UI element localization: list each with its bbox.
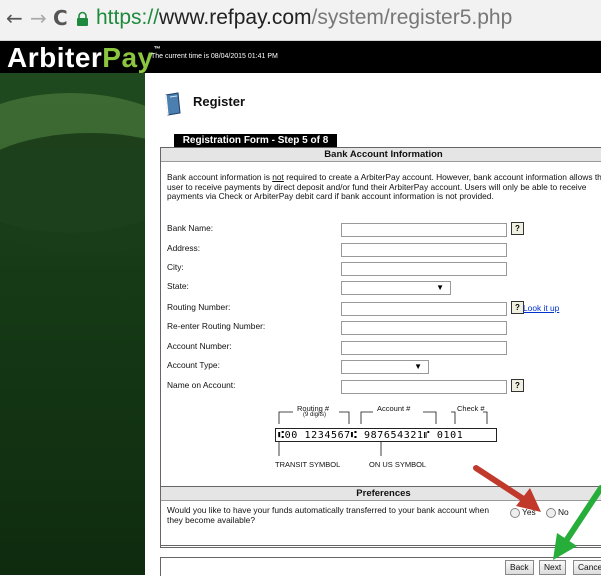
annotation-arrows (473, 465, 601, 560)
red-arrow-icon (473, 465, 541, 512)
green-arrow-icon (553, 485, 601, 560)
